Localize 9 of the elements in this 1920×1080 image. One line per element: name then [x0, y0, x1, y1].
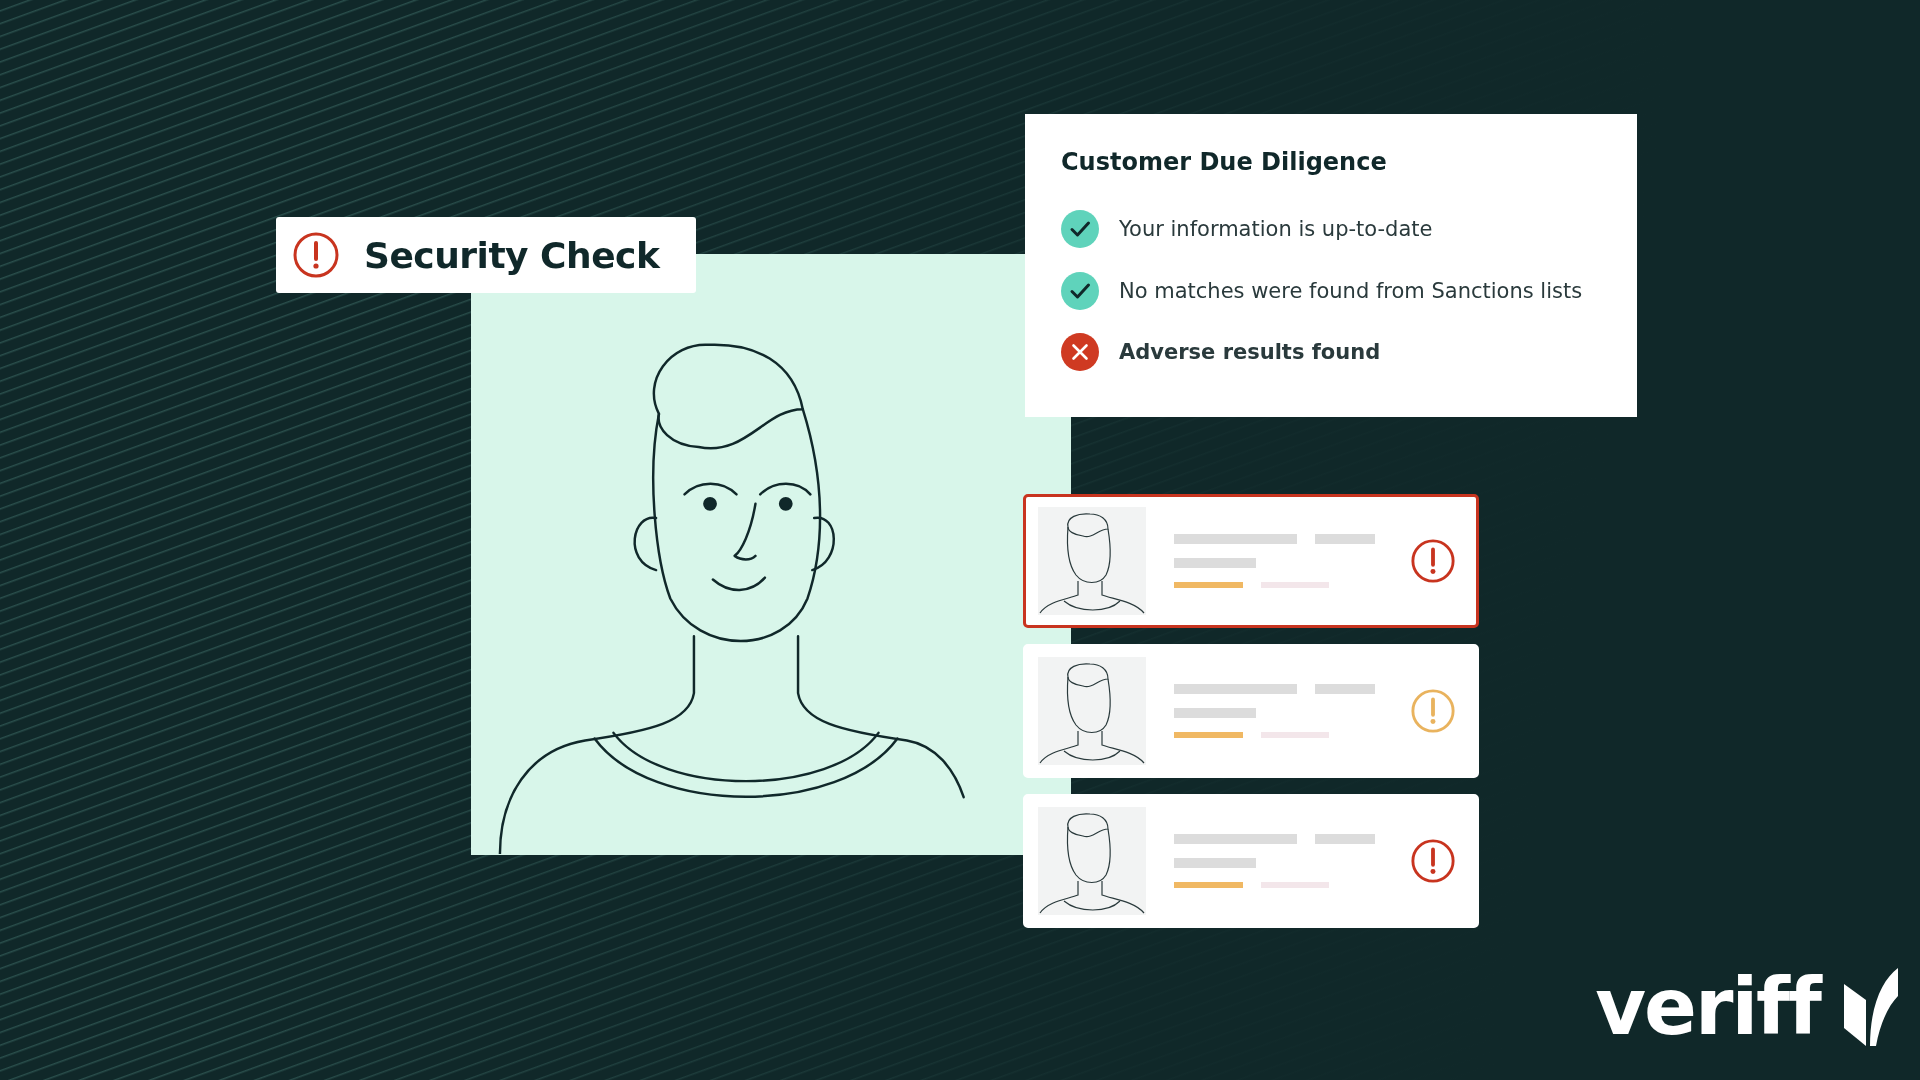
- card-title: Customer Due Diligence: [1061, 148, 1388, 176]
- badge-title: Security Check: [364, 234, 660, 276]
- result-card[interactable]: [1023, 494, 1479, 628]
- alert-icon: [292, 231, 340, 279]
- check-label: Your information is up-to-date: [1119, 216, 1433, 241]
- check-label: No matches were found from Sanctions lists: [1119, 278, 1583, 303]
- leaf-logo-icon: [1842, 966, 1900, 1048]
- logo-wordmark: veriff: [1595, 968, 1820, 1046]
- check-label: Adverse results found: [1119, 340, 1381, 365]
